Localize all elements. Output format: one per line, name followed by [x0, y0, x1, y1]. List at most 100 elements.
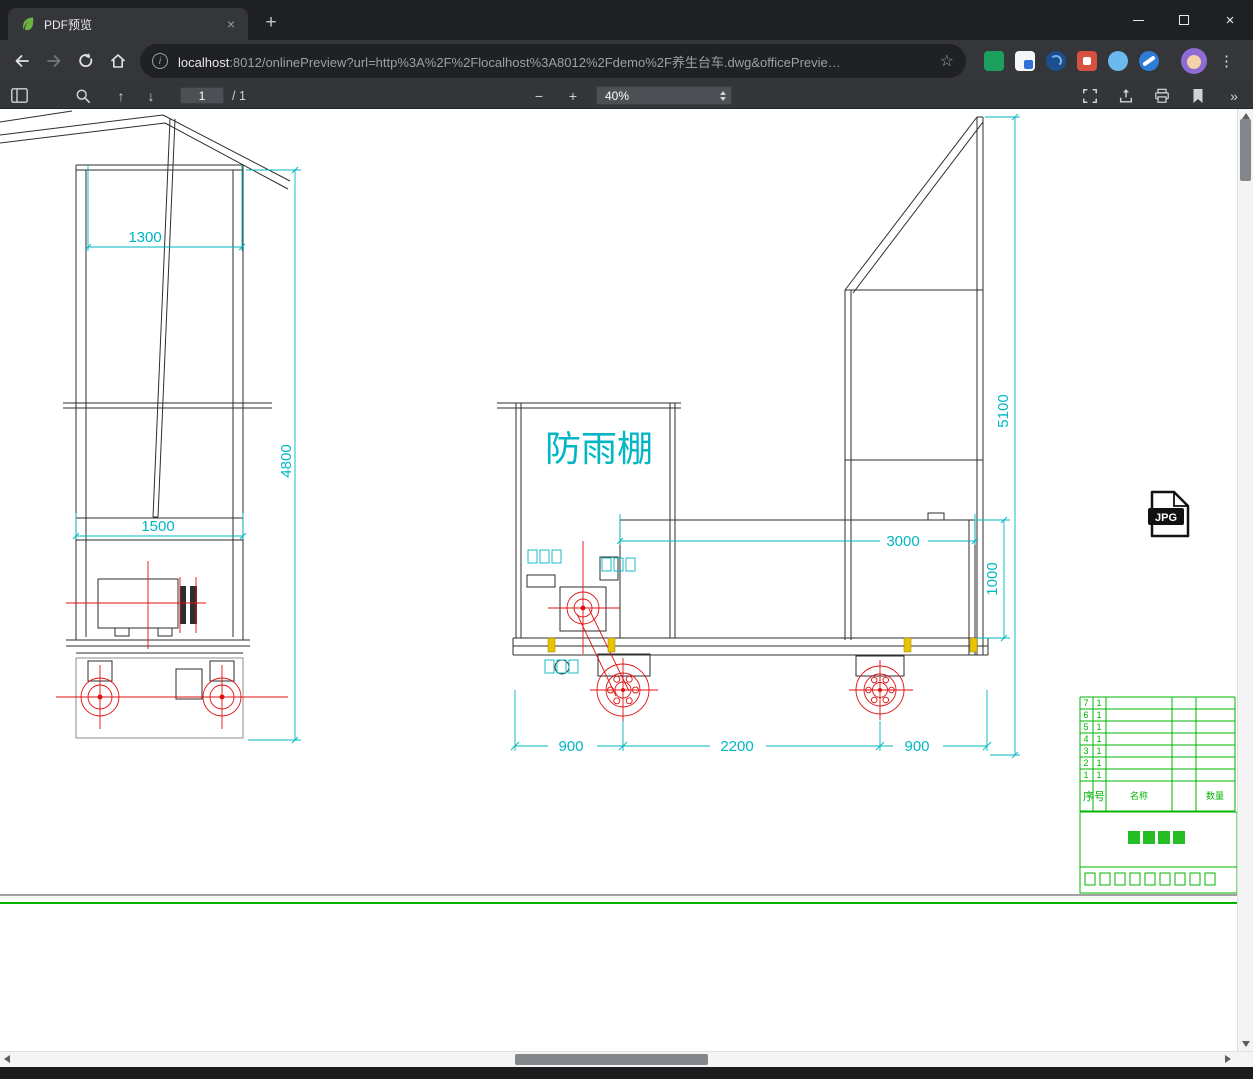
avatar-face	[1187, 55, 1201, 69]
page-info-icon[interactable]: i	[152, 53, 168, 69]
cad-drawing: 1300 4800 1500 防雨棚 3000 1000 5100 900 22…	[0, 110, 1237, 904]
table-row-qty: 1	[1096, 746, 1101, 756]
dim-label-5100: 5100	[995, 394, 1012, 427]
dim-label-1500: 1500	[141, 518, 174, 535]
extension-icon-dark-blue[interactable]	[1046, 51, 1066, 71]
scroll-left-arrow-icon[interactable]	[4, 1055, 10, 1063]
zoom-in-button[interactable]: +	[564, 87, 582, 105]
profile-avatar[interactable]	[1181, 48, 1207, 74]
maximize-button[interactable]	[1161, 0, 1207, 40]
table-header-serial: 序号	[1083, 789, 1105, 803]
pdf-toolbar: ↑ ↓ / 1 − + 40% »	[0, 82, 1253, 109]
arc-shape	[1050, 55, 1062, 67]
forward-icon	[47, 55, 61, 67]
url-path: :8012/onlinePreview?url=http%3A%2F%2Floc…	[229, 54, 841, 70]
table-row-qty: 1	[1096, 758, 1101, 768]
page-count-label: / 1	[232, 88, 246, 103]
bookmark-button[interactable]	[1189, 87, 1207, 105]
table-row-qty: 1	[1096, 698, 1101, 708]
print-icon	[1155, 88, 1169, 103]
maximize-icon	[1179, 15, 1189, 25]
open-file-icon	[1119, 88, 1133, 102]
previous-page-button[interactable]: ↑	[112, 87, 130, 105]
back-icon	[15, 55, 29, 67]
table-row-no: 7	[1083, 698, 1088, 708]
minimize-button[interactable]	[1115, 0, 1161, 40]
home-button[interactable]	[102, 45, 134, 77]
footer-text-blocks	[1084, 872, 1216, 886]
bookmark-icon	[1193, 88, 1203, 103]
fullscreen-icon	[1083, 88, 1097, 103]
new-tab-button[interactable]: +	[258, 10, 284, 36]
browser-window: PDF预览 × + × i localhost:8012/onlinePrevi…	[0, 0, 1253, 1079]
dim-label-1300: 1300	[128, 229, 161, 246]
sidebar-toggle-button[interactable]	[10, 87, 28, 105]
window-bottom-edge	[0, 1067, 1253, 1079]
navigation-bar: i localhost:8012/onlinePreview?url=http%…	[0, 40, 1253, 82]
close-button[interactable]: ×	[1207, 0, 1253, 40]
table-row-no: 5	[1083, 722, 1088, 732]
extension-icon-translate[interactable]	[1015, 51, 1035, 71]
dim-label-900-right: 900	[904, 738, 929, 755]
jpg-file-icon: JPG	[1148, 490, 1190, 538]
find-button[interactable]	[74, 87, 92, 105]
address-bar[interactable]: i localhost:8012/onlinePreview?url=http%…	[140, 44, 966, 78]
bookmark-star-icon[interactable]: ☆	[940, 51, 954, 71]
url-text: localhost:8012/onlinePreview?url=http%3A…	[178, 52, 932, 71]
zoom-out-button[interactable]: −	[530, 87, 548, 105]
search-icon	[76, 89, 91, 103]
window-controls: ×	[1115, 0, 1253, 40]
presentation-mode-button[interactable]	[1081, 87, 1099, 105]
horizontal-scroll-thumb[interactable]	[515, 1054, 708, 1065]
print-button[interactable]	[1153, 87, 1171, 105]
dim-label-3000: 3000	[886, 533, 919, 550]
page-number-input[interactable]	[180, 87, 224, 104]
home-icon	[110, 54, 126, 68]
table-header-name: 名称	[1130, 790, 1148, 801]
vertical-scrollbar[interactable]	[1237, 109, 1253, 1051]
extensions-tray	[984, 51, 1159, 71]
browser-menu-icon[interactable]: ⋮	[1219, 52, 1234, 70]
minimize-icon	[1132, 19, 1144, 21]
close-icon: ×	[1225, 11, 1235, 29]
stripe-shape	[1142, 55, 1156, 67]
pdf-page-content: 1300 4800 1500 防雨棚 3000 1000 5100 900 22…	[0, 109, 1237, 1051]
dim-label-900-left: 900	[558, 738, 583, 755]
sidebar-toggle-icon	[10, 88, 28, 103]
extension-icon-green[interactable]	[984, 51, 1004, 71]
reload-icon	[79, 53, 93, 68]
dim-label-2200: 2200	[720, 738, 753, 755]
table-row-no: 2	[1083, 758, 1088, 768]
zoom-select[interactable]: 40%	[596, 86, 732, 105]
reload-button[interactable]	[70, 45, 102, 77]
horizontal-scrollbar[interactable]	[0, 1051, 1253, 1067]
title-text-blocks	[1128, 831, 1185, 844]
table-row-qty: 1	[1096, 710, 1101, 720]
scroll-right-arrow-icon[interactable]	[1225, 1055, 1231, 1063]
back-button[interactable]	[6, 45, 38, 77]
table-header-qty: 数量	[1206, 790, 1224, 801]
table-row-no: 1	[1083, 770, 1088, 780]
extension-icon-cloud[interactable]	[1108, 51, 1128, 71]
vertical-scroll-thumb[interactable]	[1240, 119, 1251, 181]
spring-leaf-favicon	[20, 16, 36, 32]
next-page-button[interactable]: ↓	[142, 87, 160, 105]
browser-tab[interactable]: PDF预览 ×	[8, 8, 248, 40]
open-file-button[interactable]	[1117, 87, 1135, 105]
rain-shelter-label: 防雨棚	[545, 428, 653, 469]
scroll-down-arrow-icon[interactable]	[1242, 1041, 1250, 1047]
title-bar: PDF预览 × + ×	[0, 0, 1253, 40]
zoom-value: 40%	[605, 88, 630, 103]
secondary-toolbar-toggle[interactable]: »	[1225, 87, 1243, 105]
select-spinner-icon	[720, 90, 726, 101]
table-row-qty: 1	[1096, 770, 1101, 780]
tab-close-icon[interactable]: ×	[222, 15, 240, 33]
extension-icon-red[interactable]	[1077, 51, 1097, 71]
table-row-no: 4	[1083, 734, 1088, 744]
table-row-no: 3	[1083, 746, 1088, 756]
forward-button[interactable]	[38, 45, 70, 77]
dim-label-1000: 1000	[984, 562, 1001, 595]
jpg-label: JPG	[1155, 512, 1177, 524]
table-row-qty: 1	[1096, 734, 1101, 744]
extension-icon-blue[interactable]	[1139, 51, 1159, 71]
